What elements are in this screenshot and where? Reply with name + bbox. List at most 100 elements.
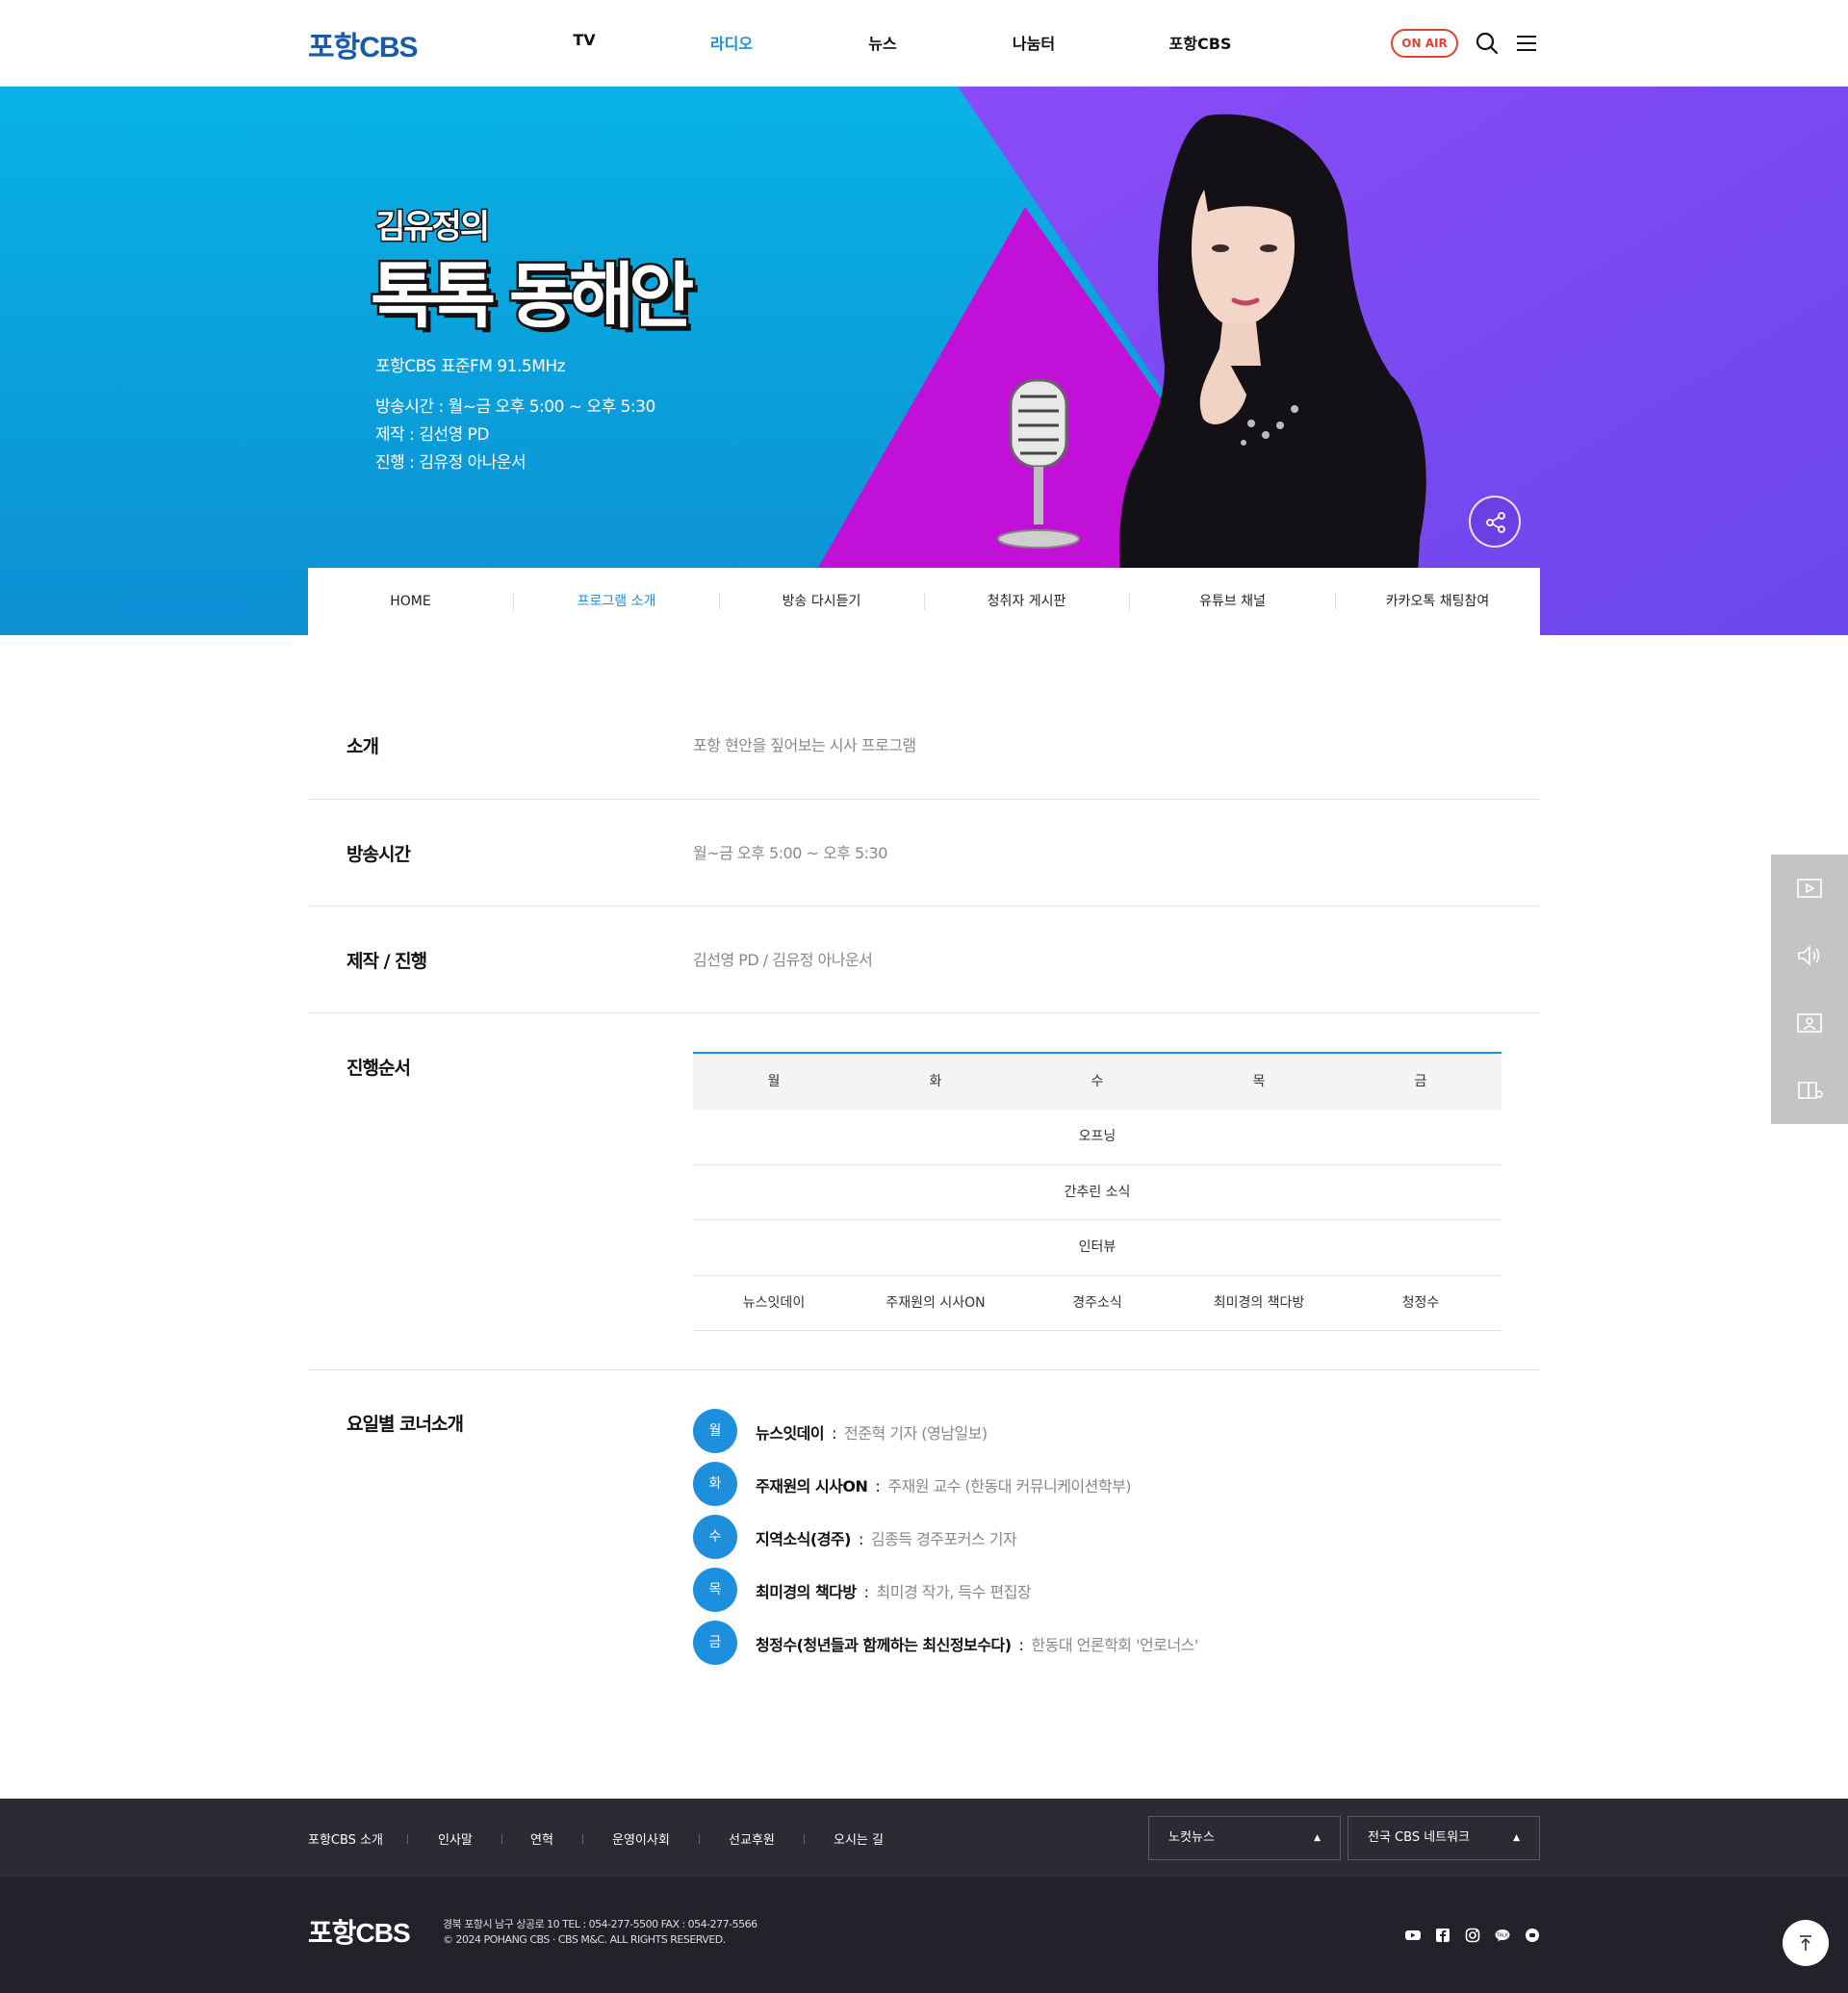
corner-separator: : — [1018, 1636, 1024, 1654]
schedule-cell: 뉴스잇데이 — [742, 1294, 806, 1311]
footer-divider — [407, 1834, 408, 1844]
scroll-top-button[interactable] — [1783, 1920, 1829, 1966]
nocut-news-select-label: 노컷뉴스 — [1168, 1830, 1215, 1845]
footer-divider — [501, 1834, 502, 1844]
instagram-icon[interactable] — [1465, 1928, 1480, 1943]
intro-value: 포항 현안을 짚어보는 시사 프로그램 — [693, 736, 916, 754]
corner-name: 최미경의 책다방 — [756, 1583, 857, 1601]
quick-book-button[interactable] — [1771, 1057, 1848, 1124]
quick-gallery-button[interactable] — [1771, 989, 1848, 1057]
corner-text: 주재원의 시사ON: 주재원 교수 (한동대 커뮤니케이션학부) — [756, 1473, 1132, 1496]
main-nav: TV 라디오 뉴스 나눔터 포항CBS — [0, 31, 1848, 56]
nav-item-pohangcbs[interactable]: 포항CBS — [1169, 31, 1232, 54]
corner-desc: 최미경 작가, 득수 편집장 — [876, 1583, 1032, 1601]
day-header-wed: 수 — [1091, 1074, 1104, 1089]
svg-text:TALK: TALK — [1496, 1933, 1509, 1939]
schedule-cell: 인터뷰 — [1078, 1239, 1116, 1255]
quick-audio-button[interactable] — [1771, 922, 1848, 989]
day-badge: 수 — [693, 1515, 737, 1559]
corner-text: 지역소식(경주): 김종득 경주포커스 기자 — [756, 1526, 1017, 1549]
search-icon[interactable] — [1475, 31, 1500, 56]
intro-row: 소개 포항 현안을 짚어보는 시사 프로그램 — [308, 691, 1540, 800]
quick-menu — [1771, 855, 1848, 1124]
program-subnav: HOME 프로그램 소개 방송 다시듣기 청취자 게시판 유튜브 채널 카카오톡… — [308, 568, 1540, 635]
nav-item-radio[interactable]: 라디오 — [710, 31, 753, 54]
kakaostory-icon[interactable] — [1525, 1928, 1540, 1943]
schedule-cell: 최미경의 책다방 — [1213, 1294, 1305, 1311]
menu-icon[interactable] — [1514, 31, 1539, 56]
day-badge: 금 — [693, 1621, 737, 1665]
schedule-cell: 주재원의 시사ON — [886, 1294, 986, 1311]
nav-item-news[interactable]: 뉴스 — [868, 31, 896, 54]
day-header-fri: 금 — [1414, 1074, 1427, 1089]
footer-link-about[interactable]: 포항CBS 소개 — [308, 1829, 383, 1848]
footer-link-board[interactable]: 운영이사회 — [612, 1829, 670, 1848]
footer-info: 포항CBS 경북 포항시 남구 상공로 10 TEL : 054-277-550… — [0, 1878, 1848, 1993]
cbs-network-select-label: 전국 CBS 네트워크 — [1368, 1830, 1471, 1845]
corner-name: 청정수(청년들과 함께하는 최신정보수다) — [756, 1636, 1012, 1654]
schedule-row: 인터뷰 — [693, 1220, 1502, 1276]
subnav-home[interactable]: HOME — [308, 568, 513, 635]
schedule-header: 월 화 수 목 금 — [693, 1052, 1502, 1110]
subnav-youtube[interactable]: 유튜브 채널 — [1130, 568, 1335, 635]
nav-item-sharing[interactable]: 나눔터 — [1013, 31, 1055, 54]
program-producer: 제작 : 김선영 PD — [375, 425, 489, 445]
footer-copyright: © 2024 POHANG CBS · CBS M&C. ALL RIGHTS … — [443, 1933, 726, 1946]
banner-background — [0, 87, 1848, 635]
onair-button[interactable]: ON AIR — [1391, 29, 1458, 58]
corner-name: 뉴스잇데이 — [756, 1424, 825, 1443]
corner-desc: 한동대 언론학회 '언로너스' — [1031, 1636, 1198, 1654]
footer-link-mission[interactable]: 선교후원 — [729, 1829, 775, 1848]
day-header-tue: 화 — [929, 1074, 942, 1089]
footer-link-directions[interactable]: 오시는 길 — [834, 1829, 884, 1848]
speaker-icon — [1798, 945, 1820, 966]
corner-text: 청정수(청년들과 함께하는 최신정보수다): 한동대 언론학회 '언로너스' — [756, 1632, 1198, 1655]
footer-divider — [804, 1834, 805, 1844]
airtime-row: 방송시간 월~금 오후 5:00 ~ 오후 5:30 — [308, 800, 1540, 907]
program-frequency: 포항CBS 표준FM 91.5MHz — [375, 357, 566, 376]
quick-video-button[interactable] — [1771, 855, 1848, 922]
facebook-icon[interactable] — [1435, 1928, 1450, 1943]
corner-desc: 전준혁 기자 (영남일보) — [844, 1424, 988, 1443]
youtube-icon[interactable] — [1405, 1928, 1421, 1943]
share-icon — [1486, 512, 1505, 533]
corner-label: 요일별 코너소개 — [346, 1414, 464, 1435]
corner-text: 뉴스잇데이: 전준혁 기자 (영남일보) — [756, 1420, 988, 1444]
order-label: 진행순서 — [346, 1058, 411, 1079]
play-icon — [1797, 879, 1822, 898]
kakaotalk-icon[interactable]: TALK — [1495, 1928, 1510, 1943]
corner-separator: : — [863, 1583, 869, 1601]
subnav-program-intro[interactable]: 프로그램 소개 — [514, 568, 719, 635]
schedule-row: 오프닝 — [693, 1110, 1502, 1165]
day-badge: 화 — [693, 1462, 737, 1506]
nav-item-tv[interactable]: TV — [573, 31, 595, 49]
schedule-cell: 간추린 소식 — [1064, 1184, 1131, 1200]
share-button[interactable] — [1469, 496, 1521, 548]
book-icon — [1798, 1082, 1823, 1099]
subnav-kakao-chat[interactable]: 카카오톡 채팅참여 — [1335, 568, 1540, 635]
corner-separator: : — [832, 1424, 836, 1443]
cbs-network-select[interactable]: 전국 CBS 네트워크 ▲ — [1348, 1816, 1540, 1860]
day-header-mon: 월 — [767, 1074, 781, 1089]
intro-label: 소개 — [346, 736, 379, 757]
corner-separator: : — [875, 1477, 881, 1495]
nocut-news-select[interactable]: 노컷뉴스 ▲ — [1148, 1816, 1341, 1860]
chevron-up-icon: ▲ — [1513, 1833, 1520, 1843]
corner-name: 지역소식(경주) — [756, 1530, 851, 1548]
footer-link-history[interactable]: 연혁 — [530, 1829, 553, 1848]
airtime-value: 월~금 오후 5:00 ~ 오후 5:30 — [693, 844, 887, 862]
footer-divider — [699, 1834, 700, 1844]
subnav-board[interactable]: 청취자 게시판 — [924, 568, 1129, 635]
footer-link-greeting[interactable]: 인사말 — [438, 1829, 473, 1848]
gallery-icon — [1797, 1013, 1822, 1033]
day-badge: 월 — [693, 1409, 737, 1453]
corner-desc: 김종득 경주포커스 기자 — [870, 1530, 1017, 1548]
site-header: 포항CBS TV 라디오 뉴스 나눔터 포항CBS ON AIR — [0, 0, 1848, 87]
corner-desc: 주재원 교수 (한동대 커뮤니케이션학부) — [887, 1477, 1132, 1495]
program-host: 진행 : 김유정 아나운서 — [375, 453, 526, 473]
program-banner: 김유정의 톡톡 동해안 포항CBS 표준FM 91.5MHz 방송시간 : 월~… — [0, 87, 1848, 635]
footer-logo: 포항CBS — [308, 1918, 411, 1948]
subnav-replay[interactable]: 방송 다시듣기 — [719, 568, 924, 635]
staff-label: 제작 / 진행 — [346, 951, 427, 972]
corner-name: 주재원의 시사ON — [756, 1477, 868, 1495]
